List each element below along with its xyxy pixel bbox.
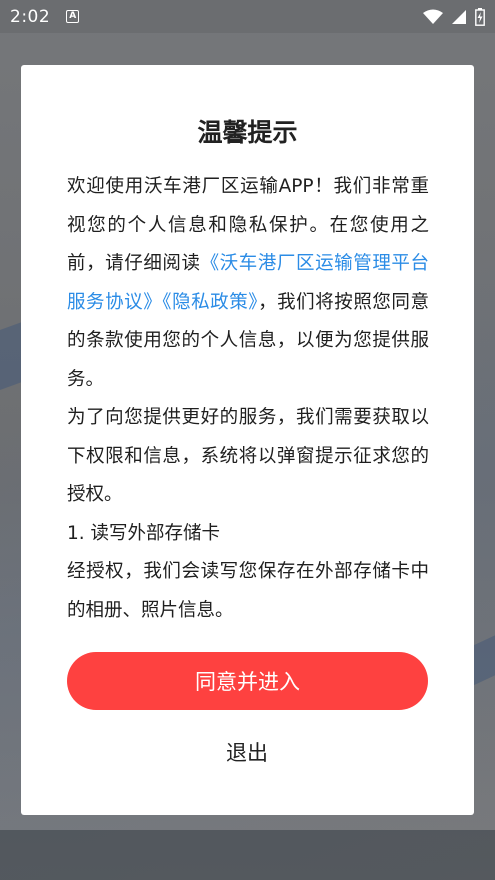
status-icons — [423, 7, 485, 26]
battery-charging-icon — [475, 7, 485, 26]
privacy-policy-link[interactable]: 《隐私政策》 — [162, 292, 258, 313]
permission-item-description: 经授权，我们会读写您保存在外部存储卡中的相册、照片信息。 — [67, 561, 429, 621]
dialog-body: 欢迎使用沃车港厂区运输APP！我们非常重视您的个人信息和隐私保护。在您使用之前，… — [67, 168, 429, 630]
exit-button[interactable]: 退出 — [197, 730, 297, 774]
consent-dialog: 温馨提示 欢迎使用沃车港厂区运输APP！我们非常重视您的个人信息和隐私保护。在您… — [21, 65, 474, 815]
status-bar: 2:02 A — [0, 0, 495, 33]
wifi-icon — [423, 9, 443, 24]
signal-icon — [452, 9, 466, 24]
background-shape — [0, 830, 495, 880]
dialog-title: 温馨提示 — [197, 118, 298, 147]
permission-item-title: 1. 读写外部存储卡 — [67, 522, 221, 544]
permission-intro-paragraph: 为了向您提供更好的服务，我们需要获取以下权限和信息，系统将以弹窗提示征求您的授权… — [67, 407, 429, 505]
notification-icon: A — [66, 10, 80, 23]
status-time: 2:02 — [10, 6, 51, 27]
agree-and-enter-button[interactable]: 同意并进入 — [67, 652, 428, 710]
intro-paragraph: 欢迎使用沃车港厂区运输APP！我们非常重视您的个人信息和隐私保护。在您使用之前，… — [67, 168, 429, 399]
